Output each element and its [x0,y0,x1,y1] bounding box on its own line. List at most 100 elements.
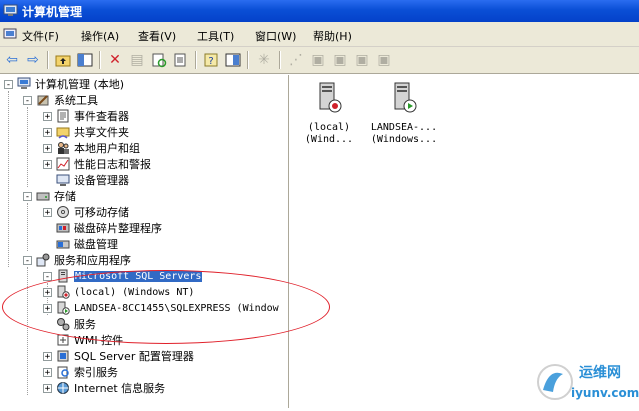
tree-item-local-users-groups[interactable]: + 本地用户和组 [4,140,140,156]
removable-storage-icon [57,206,69,218]
tree-item-storage[interactable]: - 存储 [4,188,76,204]
collapse-toggle[interactable]: - [43,271,52,281]
server-item-type: (Wind... [304,134,354,145]
refresh-icon[interactable] [149,50,169,70]
stop-service-icon[interactable]: ▣ [308,50,328,70]
computer-management-icon [17,77,31,89]
up-folder-icon[interactable] [53,50,73,70]
tree-item-label: (local) (Windows NT) [74,286,195,298]
connect-icon[interactable]: ✳ [254,50,274,70]
pause-service-icon[interactable]: ▣ [352,50,372,70]
restart-service-icon[interactable]: ▣ [374,50,394,70]
services-icon [57,318,70,331]
console-tree[interactable]: - 计算机管理 (本地) - 系统工具 + 事件查看器 + 共享文件夹 + 本地… [0,75,289,408]
menu-view[interactable]: 查看(V) [138,28,176,44]
properties-icon[interactable]: ▤ [127,50,147,70]
sql-server-stopped-icon [319,82,342,113]
disk-management-icon [56,240,70,249]
tree-item-services-apps[interactable]: - 服务和应用程序 [4,252,131,268]
forward-icon[interactable]: ⇨ [23,50,43,70]
tree-item-label: SQL Server 配置管理器 [74,350,194,363]
services-apps-icon [36,253,50,267]
tree-item-label: 性能日志和警报 [74,158,151,171]
expand-toggle[interactable]: + [43,159,52,169]
tree-item-label: 设备管理器 [74,174,129,187]
expand-toggle[interactable]: + [43,303,52,313]
expand-toggle[interactable]: + [43,143,52,153]
collapse-toggle[interactable]: - [4,79,13,89]
menu-help[interactable]: 帮助(H) [313,28,352,44]
toolbar-separator [195,51,197,69]
expand-toggle[interactable]: + [43,351,52,361]
sql-server-running-icon [57,301,70,315]
sql-servers-icon [58,269,68,283]
menu-file[interactable]: 文件(F) [22,28,59,44]
tree-item-label: 服务和应用程序 [54,254,131,267]
tree-item-disk-management[interactable]: 磁盘管理 [4,236,118,252]
tree-item-sql-local[interactable]: + (local) (Windows NT) [4,284,194,300]
expand-toggle[interactable]: + [43,287,52,297]
sql-config-icon [57,350,69,362]
tree-item-label: 索引服务 [74,366,118,379]
tree-item-indexing-service[interactable]: + 索引服务 [4,364,118,380]
tree-item-device-manager[interactable]: 设备管理器 [4,172,129,188]
export-list-icon[interactable] [171,50,191,70]
wizard-icon[interactable]: ⋰ [286,50,306,70]
back-icon[interactable]: ⇦ [2,50,22,70]
detail-view-icon[interactable] [223,50,243,70]
tree-item-services[interactable]: 服务 [4,316,96,332]
expand-toggle[interactable]: + [43,127,52,137]
menu-action[interactable]: 操作(A) [81,28,119,44]
tree-item-label: 计算机管理 (本地) [35,78,125,91]
help-icon[interactable]: ? [201,50,221,70]
expand-toggle[interactable]: + [43,383,52,393]
expand-toggle[interactable]: + [43,111,52,121]
collapse-toggle[interactable]: - [23,191,32,201]
tree-item-label: 服务 [74,318,96,331]
show-hide-tree-icon[interactable] [75,50,95,70]
tree-item-event-viewer[interactable]: + 事件查看器 [4,108,129,124]
title-bar[interactable]: 计算机管理 [0,0,639,22]
tree-item-shared-folders[interactable]: + 共享文件夹 [4,124,129,140]
collapse-toggle[interactable]: - [23,255,32,265]
iis-icon [57,382,69,394]
tree-item-label: 系统工具 [54,94,98,107]
tree-item-sql-config-manager[interactable]: + SQL Server 配置管理器 [4,348,194,364]
tree-item-label: 共享文件夹 [74,126,129,139]
start-service-icon[interactable]: ▣ [330,50,350,70]
menu-tools[interactable]: 工具(T) [197,28,234,44]
expand-toggle[interactable]: + [43,367,52,377]
tree-item-computer-management[interactable]: - 计算机管理 (本地) [4,76,124,92]
tree-item-label: 本地用户和组 [74,142,140,155]
expand-toggle[interactable]: + [43,207,52,217]
svg-text:?: ? [208,56,213,67]
tree-item-removable-storage[interactable]: + 可移动存储 [4,204,129,220]
users-icon [58,142,69,154]
toolbar: ⇦ ⇨ ✕ ▤ ? ✳ ⋰ ▣ ▣ ▣ ▣ [0,47,639,74]
index-icon [57,366,69,379]
menu-window[interactable]: 窗口(W) [255,28,296,44]
tree-item-sql-sqlexpress[interactable]: + LANDSEA-8CC1455\SQLEXPRESS (Window [4,300,279,316]
sql-server-stopped-icon [57,285,70,299]
system-tools-icon [37,95,49,106]
device-manager-icon [56,174,70,186]
tree-item-disk-defrag[interactable]: 磁盘碎片整理程序 [4,220,162,236]
server-item-local[interactable]: (local) (Wind... [293,81,365,146]
storage-icon [36,192,50,201]
toolbar-separator [99,51,101,69]
tree-item-iis[interactable]: + Internet 信息服务 [4,380,165,396]
menu-bar: 文件(F) 操作(A) 查看(V) 工具(T) 窗口(W) 帮助(H) [0,22,639,47]
mmc-icon[interactable] [3,27,17,41]
tree-item-label: 可移动存储 [74,206,129,219]
server-item-name: (local) [307,122,351,133]
tree-item-label: 磁盘碎片整理程序 [74,222,162,235]
tree-item-sql-servers[interactable]: - Microsoft SQL Servers [4,268,203,284]
watermark: 运维网 iyunv.com [535,352,639,408]
tree-item-performance-logs[interactable]: + 性能日志和警报 [4,156,151,172]
tree-item-system-tools[interactable]: - 系统工具 [4,92,98,108]
tree-item-label: Internet 信息服务 [74,382,166,395]
delete-icon[interactable]: ✕ [105,50,125,70]
tree-item-wmi-control[interactable]: WMI 控件 [4,332,123,348]
server-item-landsea[interactable]: LANDSEA-... (Windows... [368,81,440,146]
collapse-toggle[interactable]: - [23,95,32,105]
